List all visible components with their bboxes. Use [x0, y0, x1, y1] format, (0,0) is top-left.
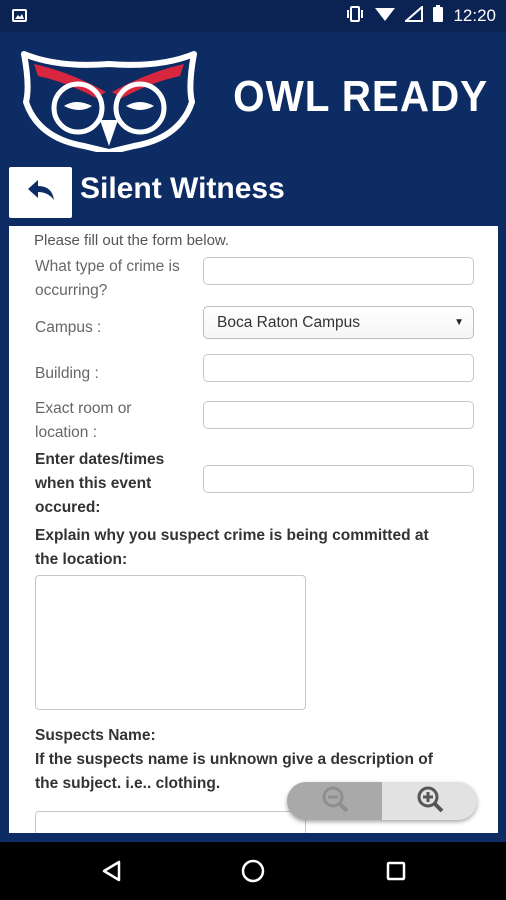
dates-label-line2: when this event — [35, 475, 152, 492]
zoom-control — [287, 782, 477, 820]
suspects-label-line1: Suspects Name: — [35, 727, 156, 744]
form-intro: Please fill out the form below. — [34, 232, 230, 249]
dates-label-line1: Enter dates/times — [35, 451, 165, 468]
zoom-in-button[interactable] — [382, 782, 477, 820]
zoom-out-button[interactable] — [287, 782, 382, 820]
navigation-bar — [0, 842, 506, 900]
zoom-in-icon — [415, 784, 445, 819]
explain-textarea[interactable] — [35, 575, 306, 710]
vibrate-icon — [345, 5, 365, 28]
dates-label-line3: occured: — [35, 499, 101, 516]
room-label-line2: location : — [35, 424, 98, 441]
campus-label: Campus : — [35, 319, 102, 336]
app-title: OWL READY — [233, 72, 488, 121]
owl-logo — [18, 42, 200, 155]
explain-label-line2: the location: — [35, 551, 128, 568]
building-input[interactable] — [203, 354, 474, 382]
room-location-input[interactable] — [203, 401, 474, 429]
dates-times-input[interactable] — [203, 465, 474, 493]
dates-label: Enter dates/times when this event occure… — [35, 448, 164, 520]
explain-label-line1: Explain why you suspect crime is being c… — [35, 527, 429, 544]
signal-icon — [403, 4, 424, 27]
explain-label: Explain why you suspect crime is being c… — [35, 524, 429, 572]
silent-witness-form: Please fill out the form below. What typ… — [9, 226, 498, 833]
crime-type-label-line1: What type of crime is — [35, 258, 180, 275]
suspects-textarea[interactable] — [35, 811, 306, 833]
zoom-out-icon — [320, 784, 350, 819]
campus-selected-value: Boca Raton Campus — [217, 314, 361, 331]
app-header: OWL READY — [0, 32, 506, 162]
back-triangle-icon[interactable] — [97, 856, 127, 886]
home-circle-icon[interactable] — [238, 856, 268, 886]
room-label: Exact room or location : — [35, 397, 131, 445]
suspects-label-line2: If the suspects name is unknown give a d… — [35, 751, 433, 768]
image-icon — [12, 9, 27, 22]
crime-type-label: What type of crime is occurring? — [35, 255, 180, 303]
back-button[interactable] — [9, 167, 72, 218]
crime-type-input[interactable] — [203, 257, 474, 285]
dropdown-arrow-icon: ▼ — [454, 317, 464, 328]
room-label-line1: Exact room or — [35, 400, 132, 417]
building-label: Building : — [35, 365, 99, 382]
crime-type-label-line2: occurring? — [35, 282, 108, 299]
wifi-icon — [375, 6, 396, 27]
reply-arrow-icon — [26, 178, 56, 207]
status-time: 12:20 — [453, 6, 496, 25]
page-title: Silent Witness — [80, 172, 285, 205]
campus-select[interactable]: Boca Raton Campus ▼ — [203, 306, 474, 339]
recents-square-icon[interactable] — [381, 856, 411, 886]
battery-icon — [433, 5, 444, 27]
status-icons: 12:20 — [345, 4, 496, 28]
status-bar: 12:20 — [0, 0, 506, 32]
